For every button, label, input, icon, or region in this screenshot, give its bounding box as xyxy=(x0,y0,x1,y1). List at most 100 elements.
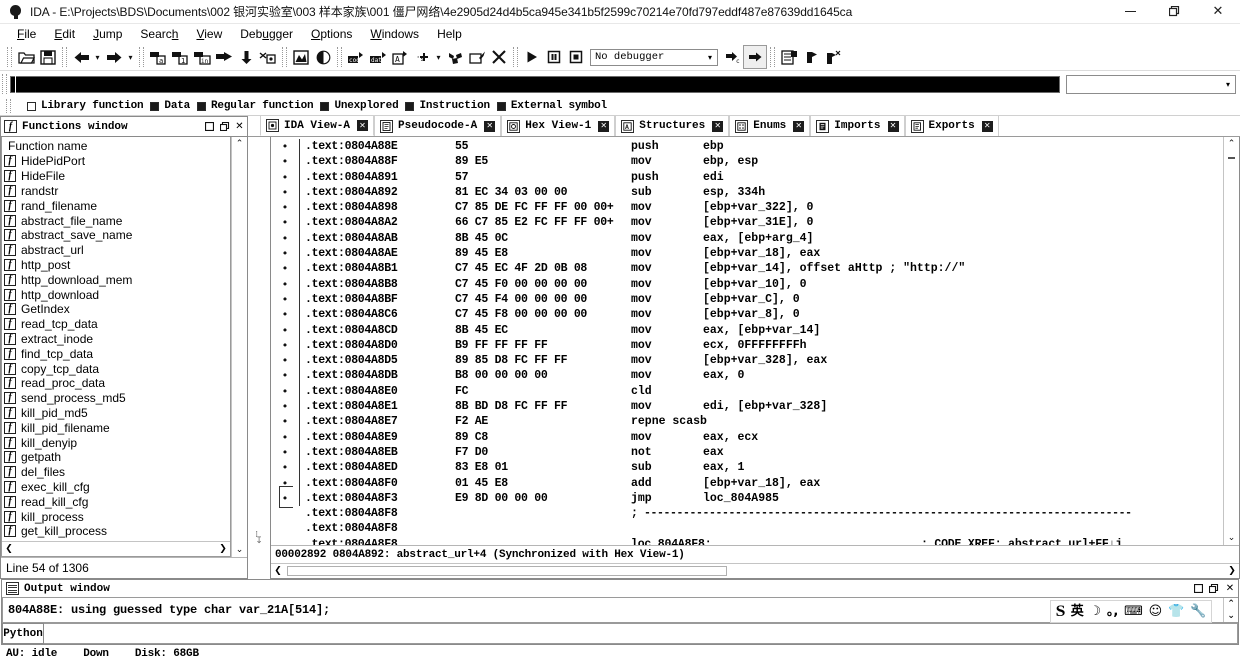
tab-enums[interactable]: Enums ✕ xyxy=(729,116,811,136)
disassembly-line[interactable]: .text:0804A8F8 loc_804A8F8: ; CODE XREF: a… xyxy=(271,537,1223,545)
functions-close-button[interactable]: ✕ xyxy=(232,121,247,132)
function-list-item[interactable]: f del_files xyxy=(4,465,230,480)
watch-delete-icon[interactable] xyxy=(822,46,844,68)
disassembly-vscrollbar[interactable]: ⌃ ⌄ xyxy=(1223,137,1239,545)
make-code-icon[interactable]: cod xyxy=(345,46,367,68)
disassembly-line[interactable]: .text:0804A8F8 ; ------------------------… xyxy=(271,506,1223,521)
cli-input[interactable] xyxy=(44,623,1238,644)
legend-grip[interactable] xyxy=(6,99,11,113)
breakpoints-list-icon[interactable] xyxy=(778,46,800,68)
function-list-item[interactable]: f http_download_mem xyxy=(4,272,230,287)
scroll-right-icon[interactable]: ❯ xyxy=(1225,564,1239,577)
emoji-icon[interactable]: ☺ xyxy=(1146,605,1165,618)
output-log-area[interactable]: 804A88E: using guessed type char var_21A… xyxy=(2,597,1238,623)
functions-column-header[interactable]: Function name xyxy=(2,137,230,154)
scrollbar-thumb[interactable] xyxy=(1228,157,1235,159)
function-list-item[interactable]: f kill_denyip xyxy=(4,435,230,450)
scroll-down-icon[interactable]: ⌄ xyxy=(1224,610,1239,622)
disassembly-line[interactable]: • .text:0804A8D5 89 85 D8 FC FF FF mov [ebp+… xyxy=(271,353,1223,369)
tab-close-icon[interactable]: ✕ xyxy=(793,120,805,132)
disassembly-line[interactable]: • .text:0804A88E 55 push ebp xyxy=(271,139,1223,155)
output-restore-button[interactable] xyxy=(1206,584,1222,593)
graph-view-icon[interactable] xyxy=(290,46,312,68)
function-list-item[interactable]: f send_process_md5 xyxy=(4,391,230,406)
function-list-item[interactable]: f read_proc_data xyxy=(4,376,230,391)
jump-by-name-icon[interactable]: 1 xyxy=(169,46,191,68)
disassembly-line[interactable]: • .text:0804A898 C7 85 DE FC FF FF 00 00+ m… xyxy=(271,200,1223,216)
tab-close-icon[interactable]: ✕ xyxy=(981,120,993,132)
moon-icon[interactable]: ☽ xyxy=(1087,605,1104,618)
function-list-item[interactable]: f abstract_url xyxy=(4,243,230,258)
disassembly-lines[interactable]: • .text:0804A88E 55 push ebp • .text:0804A88F 8… xyxy=(271,137,1223,545)
cli-language-button[interactable]: Python xyxy=(2,623,44,644)
sogou-logo-icon[interactable]: S xyxy=(1052,603,1068,620)
functions-hscrollbar[interactable]: ❮ ❯ xyxy=(2,541,230,556)
menu-item-view[interactable]: View xyxy=(187,25,231,43)
terminate-debugger-icon[interactable] xyxy=(565,46,587,68)
disassembly-line[interactable]: • .text:0804A8F0 01 45 E8 add [ebp+var_18], … xyxy=(271,475,1223,491)
hscroll-track[interactable] xyxy=(285,564,1225,578)
toolbox-icon[interactable]: 🔧 xyxy=(1187,605,1209,618)
disassembly-line[interactable]: • .text:0804A88F 89 E5 mov ebp, esp xyxy=(271,154,1223,170)
menu-item-file[interactable]: File xyxy=(8,25,45,43)
functions-list[interactable]: f HidePidPort f HideFile f randstr f rand_filen… xyxy=(2,154,230,541)
toolbar-grip-2[interactable] xyxy=(62,47,67,67)
minimize-button[interactable] xyxy=(1108,0,1152,23)
function-list-item[interactable]: f read_kill_cfg xyxy=(4,494,230,509)
output-vscrollbar[interactable]: ⌃ ⌄ xyxy=(1223,598,1238,622)
jump-to-address-icon[interactable]: a xyxy=(147,46,169,68)
disassembly-line[interactable]: • .text:0804A8BF C7 45 F4 00 00 00 00 mov [e… xyxy=(271,291,1223,308)
function-list-item[interactable]: f HideFile xyxy=(4,169,230,184)
output-maximize-button[interactable] xyxy=(1190,584,1206,593)
tab-close-icon[interactable]: ✕ xyxy=(887,120,899,132)
functions-maximize-button[interactable] xyxy=(202,122,217,131)
function-list-item[interactable]: f randstr xyxy=(4,184,230,199)
pause-debugger-icon[interactable] xyxy=(543,46,565,68)
function-list-item[interactable]: f abstract_save_name xyxy=(4,228,230,243)
scroll-down-icon[interactable]: ⌄ xyxy=(232,543,247,557)
function-list-item[interactable]: f kill_pid_filename xyxy=(4,420,230,435)
disassembly-line[interactable]: • .text:0804A8B1 C7 45 EC 4F 2D 0B 08 mov [e… xyxy=(271,261,1223,277)
soft-keyboard-icon[interactable]: ⌨ xyxy=(1121,605,1146,618)
step-into-icon[interactable]: c xyxy=(721,46,743,68)
function-list-item[interactable]: f http_post xyxy=(4,258,230,273)
navband-jump-combo[interactable]: ▾ xyxy=(1066,74,1236,94)
function-list-item[interactable]: f kill_process xyxy=(4,509,230,524)
function-list-item[interactable]: f kill_pid_md5 xyxy=(4,406,230,421)
disassembly-line[interactable]: • .text:0804A8EB F7 D0 not eax xyxy=(271,444,1223,461)
tab-structures[interactable]: A Structures ✕ xyxy=(615,116,730,136)
function-list-item[interactable]: f read_tcp_data xyxy=(4,317,230,332)
disassembly-line[interactable]: • .text:0804A8B8 C7 45 F0 00 00 00 00 mov [e… xyxy=(271,276,1223,292)
jump-to-segment-icon[interactable]: in xyxy=(191,46,213,68)
disassembly-hscrollbar[interactable]: ❮ ❯ xyxy=(271,563,1239,578)
debugger-select[interactable]: No debugger ▾ xyxy=(590,48,718,66)
tab-close-icon[interactable]: ✕ xyxy=(357,120,369,131)
function-list-item[interactable]: f GetIndex xyxy=(4,302,230,317)
navigate-back-icon[interactable] xyxy=(70,46,92,68)
hscroll-thumb[interactable] xyxy=(287,566,727,576)
jump-to-xref-icon[interactable] xyxy=(213,46,235,68)
make-struct-icon[interactable]: 's xyxy=(411,46,433,68)
jump-down-icon[interactable] xyxy=(235,46,257,68)
ime-language-icon[interactable]: 英 xyxy=(1068,605,1087,618)
disassembly-line[interactable]: • .text:0804A892 81 EC 34 03 00 00 sub esp, … xyxy=(271,184,1223,201)
make-data-icon[interactable]: dat xyxy=(367,46,389,68)
function-list-item[interactable]: f extract_inode xyxy=(4,332,230,347)
scroll-up-icon[interactable]: ⌃ xyxy=(1224,598,1239,610)
scroll-up-icon[interactable]: ⌃ xyxy=(1224,137,1239,151)
functions-vscrollbar[interactable]: ⌃ ⌄ xyxy=(231,137,247,557)
tab-pseudocode-a[interactable]: Pseudocode-A ✕ xyxy=(374,116,502,136)
disassembly-line[interactable]: • .text:0804A8D0 B9 FF FF FF FF mov ecx, 0FF… xyxy=(271,337,1223,354)
disassembly-line[interactable]: • .text:0804A8AE 89 45 E8 mov [ebp+var_18], … xyxy=(271,246,1223,262)
toolbar-grip[interactable] xyxy=(7,47,12,67)
sogou-ime-toolbar[interactable]: S 英 ☽ ｡, ⌨ ☺ 👕 🔧 xyxy=(1050,600,1212,623)
navigate-forward-icon[interactable] xyxy=(103,46,125,68)
function-list-item[interactable]: f rand_filename xyxy=(4,198,230,213)
undefine-icon[interactable] xyxy=(444,46,466,68)
save-file-icon[interactable] xyxy=(37,46,59,68)
functions-restore-button[interactable] xyxy=(217,122,232,131)
output-close-button[interactable]: ✕ xyxy=(1222,583,1238,594)
step-over-icon[interactable] xyxy=(743,45,767,69)
menu-item-help[interactable]: Help xyxy=(428,25,471,43)
tab-hex-view-1[interactable]: Hex View-1 ✕ xyxy=(501,116,616,136)
